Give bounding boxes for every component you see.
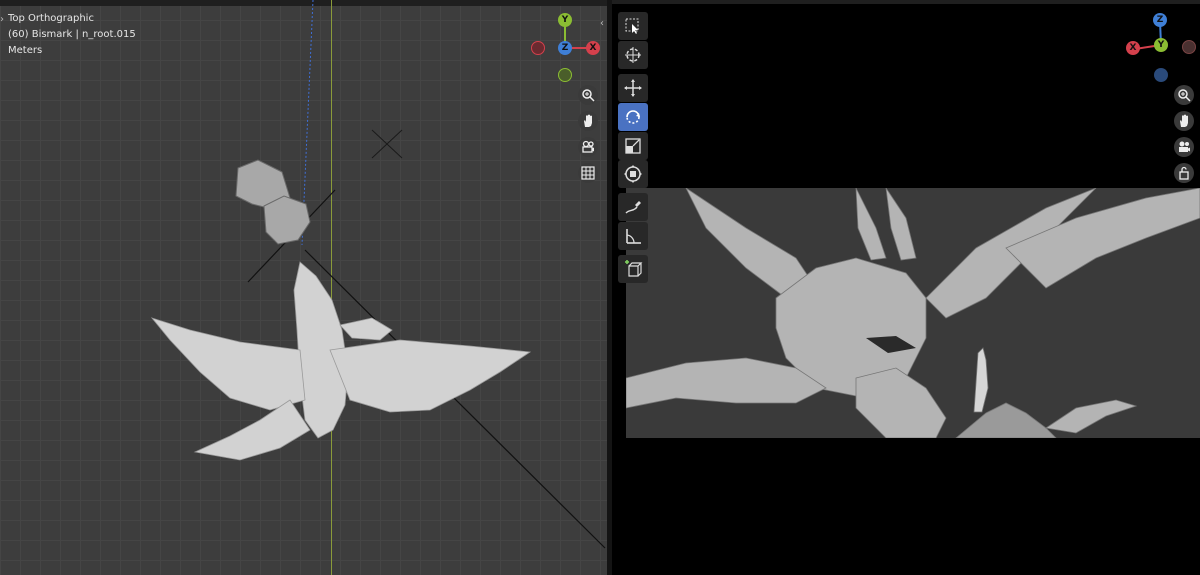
scale-tool-icon[interactable]	[618, 132, 648, 160]
annotate-tool-icon[interactable]	[618, 193, 648, 221]
object-info-label: (60) Bismark | n_root.015	[8, 29, 136, 40]
grid-icon[interactable]	[578, 163, 598, 183]
measure-tool-icon[interactable]	[618, 222, 648, 250]
gizmo-y-axis-right[interactable]: Y	[1154, 38, 1168, 52]
camera-render-view	[626, 188, 1200, 438]
zoom-icon-right[interactable]	[1174, 85, 1194, 105]
gizmo-x-axis[interactable]: X	[586, 41, 600, 55]
gizmo-x-axis-right[interactable]: X	[1126, 41, 1140, 55]
hand-icon[interactable]	[578, 111, 598, 131]
transform-tool-icon[interactable]	[618, 160, 648, 188]
lock-icon[interactable]	[1174, 163, 1194, 183]
rotate-tool-icon[interactable]	[618, 103, 648, 131]
add-cube-tool-icon[interactable]	[618, 255, 648, 283]
camera-icon[interactable]	[578, 137, 598, 157]
rock-model	[235, 159, 311, 245]
units-label: Meters	[8, 45, 43, 56]
hand-icon-right[interactable]	[1174, 111, 1194, 131]
zoom-icon[interactable]	[578, 85, 598, 105]
gizmo-neg-x-axis-right[interactable]	[1182, 40, 1196, 54]
gizmo-y-axis[interactable]: Y	[558, 13, 572, 27]
gizmo-z-axis-right[interactable]: Z	[1153, 13, 1167, 27]
collapse-arrow-right-icon[interactable]: ‹	[600, 18, 604, 29]
dragon-render	[626, 188, 1200, 438]
right-viewport[interactable]: Z X Y	[612, 0, 1200, 575]
collapse-arrow-icon[interactable]: ›	[0, 14, 4, 25]
navigation-gizmo[interactable]: Y Z X	[528, 12, 604, 84]
header-strip-right	[612, 0, 1200, 4]
navigation-gizmo-right[interactable]: Z X Y	[1126, 12, 1200, 84]
camera-view-icon-right[interactable]	[1174, 137, 1194, 157]
gizmo-neg-y-axis[interactable]	[558, 68, 572, 82]
select-box-tool-icon[interactable]	[618, 12, 648, 40]
gizmo-z-axis[interactable]: Z	[558, 41, 572, 55]
move-tool-icon[interactable]	[618, 74, 648, 102]
left-viewport[interactable]: Top Orthographic (60) Bismark | n_root.0…	[0, 0, 610, 575]
dragon-model-top	[150, 261, 532, 461]
gizmo-neg-x-axis[interactable]	[531, 41, 545, 55]
viewport-geometry	[150, 0, 606, 549]
view-name-label: Top Orthographic	[8, 13, 94, 24]
gizmo-neg-z-axis-right[interactable]	[1154, 68, 1168, 82]
cursor-tool-icon[interactable]	[618, 41, 648, 69]
